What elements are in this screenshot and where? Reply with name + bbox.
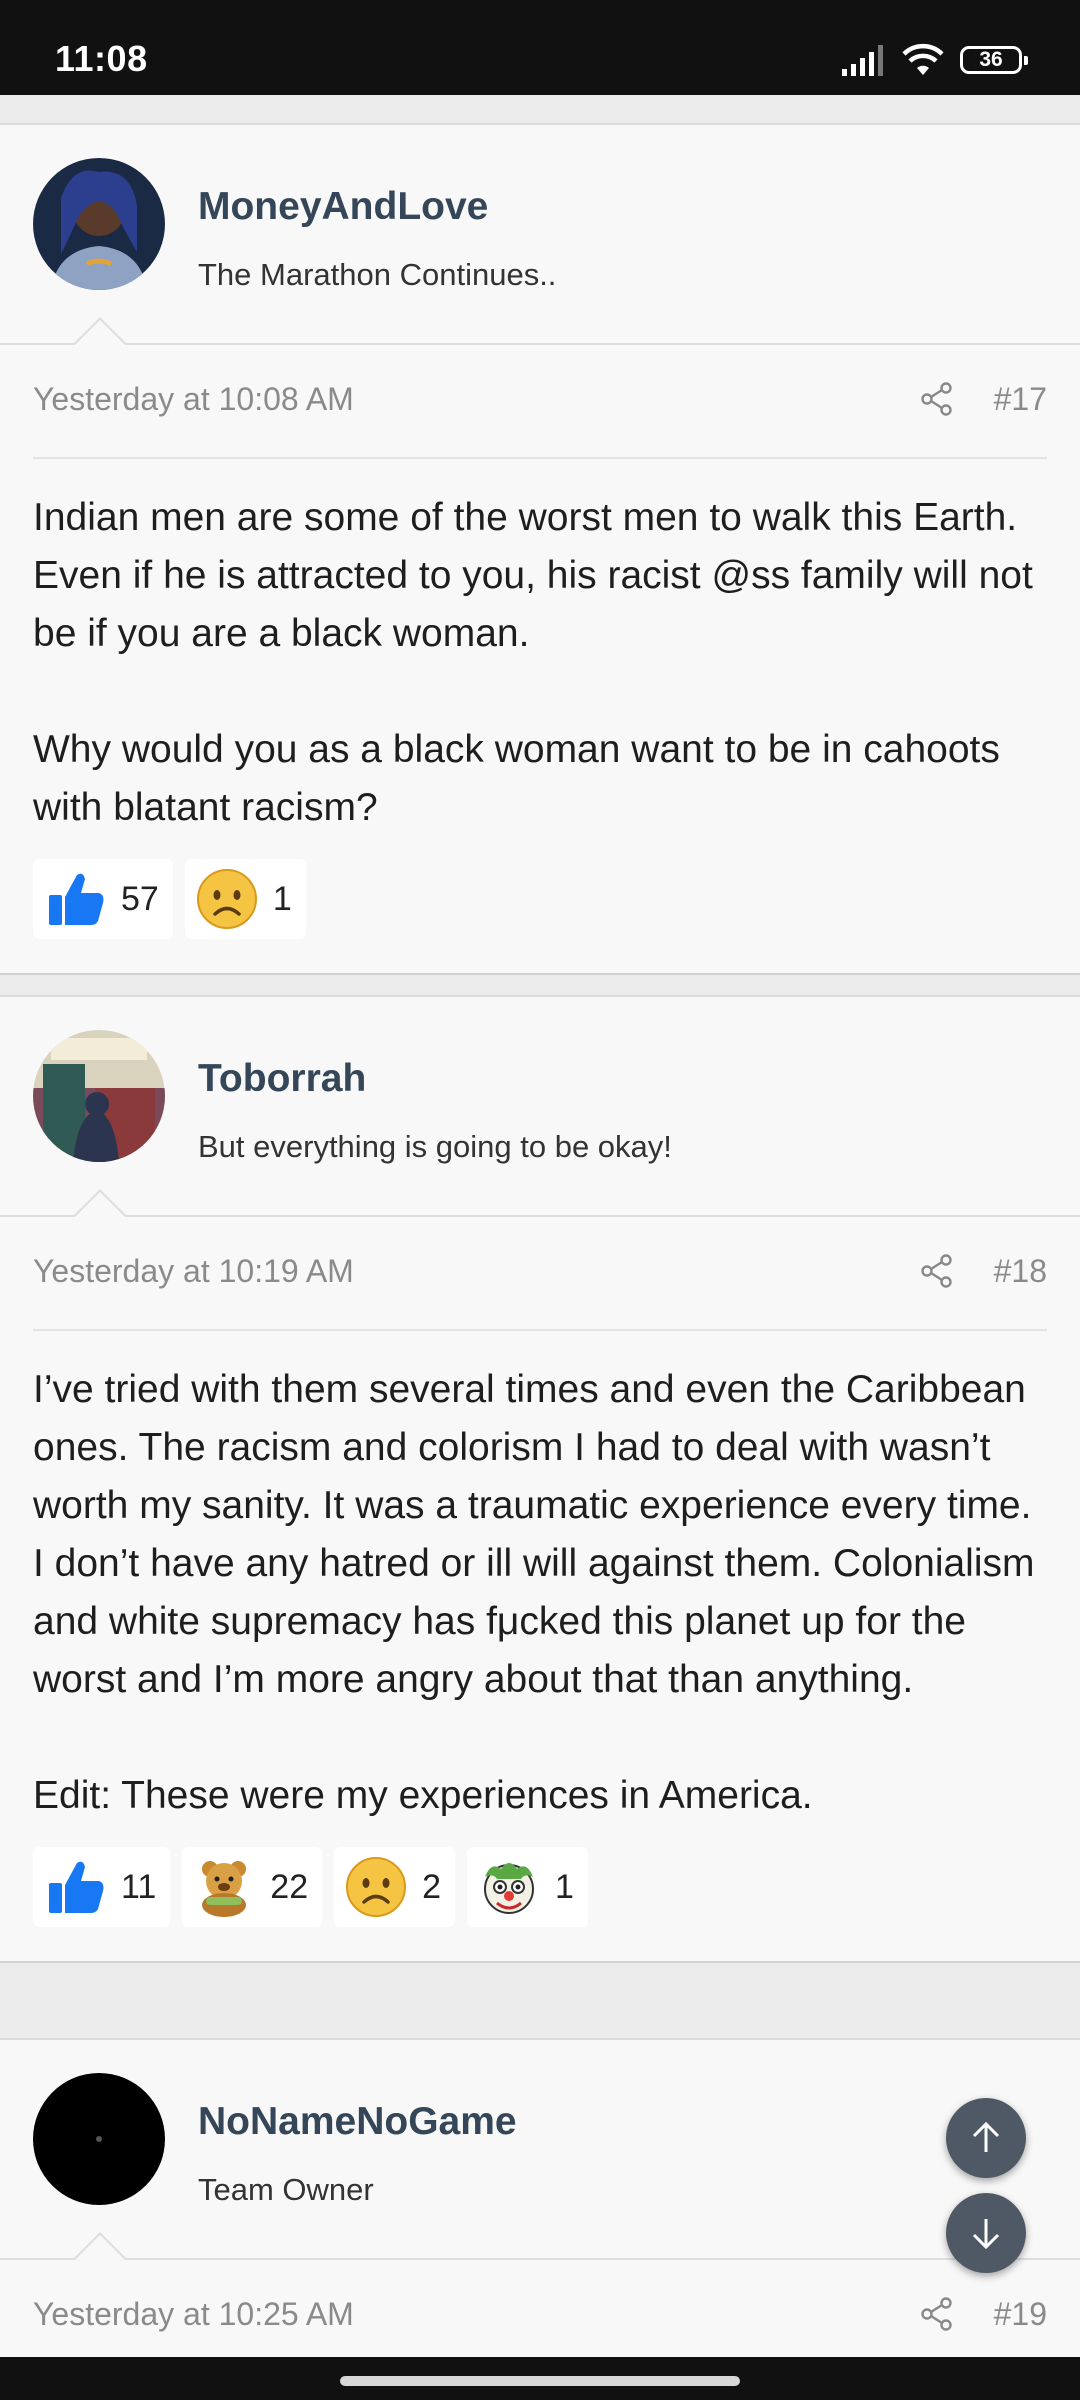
reaction-sad[interactable]: 1: [184, 859, 306, 939]
wifi-icon: [902, 43, 944, 75]
header-caret: [72, 1189, 128, 1218]
scroll-bottom-button[interactable]: [946, 2193, 1026, 2273]
reaction-bar: 11 22 2 1: [0, 1825, 1080, 1961]
post-meta: Yesterday at 10:19 AM #18: [33, 1217, 1047, 1331]
share-icon[interactable]: [919, 381, 955, 417]
post-user-header: MoneyAndLove The Marathon Continues..: [0, 125, 1080, 346]
avatar[interactable]: [33, 2073, 165, 2205]
share-icon[interactable]: [919, 1253, 955, 1289]
username[interactable]: NoNameNoGame: [198, 2100, 517, 2144]
avatar[interactable]: [33, 158, 165, 290]
post-paragraph: Edit: These were my experiences in Ameri…: [33, 1774, 813, 1817]
reaction-sad[interactable]: 2: [334, 1847, 456, 1927]
post-date[interactable]: Yesterday at 10:19 AM: [33, 1253, 354, 1290]
post-user-header: Toborrah But everything is going to be o…: [0, 997, 1080, 1218]
post-meta: Yesterday at 10:25 AM #19: [33, 2260, 1047, 2357]
header-caret: [72, 2232, 128, 2261]
post-19: NoNameNoGame Team Owner Yesterday at 10:…: [0, 2038, 1080, 2357]
post-body: Indian men are some of the worst men to …: [0, 459, 1080, 837]
reaction-count: 22: [270, 1867, 309, 1906]
bear-hug-icon: [202, 1861, 247, 1917]
sad-face-icon: [196, 869, 257, 929]
arrow-down-icon: [972, 2219, 1000, 2250]
home-gesture-handle[interactable]: [340, 2376, 740, 2386]
post-17: MoneyAndLove The Marathon Continues.. Ye…: [0, 123, 1080, 975]
header-caret: [72, 317, 128, 346]
user-title: The Marathon Continues..: [198, 257, 557, 292]
post-number[interactable]: #19: [994, 2296, 1047, 2333]
reaction-count: 2: [422, 1867, 442, 1906]
reaction-count: 57: [121, 879, 159, 918]
system-nav-bar: [0, 2357, 1080, 2400]
thread-content[interactable]: MoneyAndLove The Marathon Continues.. Ye…: [0, 95, 1080, 2357]
signal-icon: [842, 45, 883, 76]
reaction-hug[interactable]: 22: [182, 1847, 323, 1927]
arrow-up-icon: [972, 2121, 1000, 2152]
reaction-like[interactable]: 57: [33, 859, 173, 939]
scroll-top-button[interactable]: [946, 2098, 1026, 2178]
user-title: Team Owner: [198, 2172, 374, 2207]
post-number[interactable]: #18: [994, 1253, 1047, 1290]
post-paragraph: Indian men are some of the worst men to …: [33, 496, 1033, 655]
reaction-like[interactable]: 11: [33, 1847, 171, 1927]
reaction-count: 1: [272, 879, 292, 918]
reaction-bar: 57 1: [0, 837, 1080, 973]
thumbs-up-icon: [49, 1861, 104, 1913]
post-date[interactable]: Yesterday at 10:25 AM: [33, 2296, 354, 2333]
post-paragraph: I’ve tried with them several times and e…: [33, 1368, 1035, 1701]
user-title: But everything is going to be okay!: [198, 1129, 672, 1164]
post-paragraph: Why would you as a black woman want to b…: [33, 728, 1000, 829]
post-user-header: NoNameNoGame Team Owner: [0, 2040, 1080, 2261]
status-bar: 11:08 36: [0, 0, 1080, 95]
avatar[interactable]: [33, 1030, 165, 1162]
status-icons: 36: [840, 40, 1028, 80]
post-date[interactable]: Yesterday at 10:08 AM: [33, 381, 354, 418]
share-icon[interactable]: [919, 2296, 955, 2332]
post-18: Toborrah But everything is going to be o…: [0, 995, 1080, 1963]
reaction-count: 1: [555, 1867, 574, 1906]
thumbs-up-icon: [49, 873, 104, 925]
status-time: 11:08: [55, 38, 148, 79]
clown-face-icon: [484, 1863, 535, 1914]
username[interactable]: Toborrah: [198, 1057, 366, 1101]
reaction-clown[interactable]: 1: [467, 1847, 588, 1927]
post-number[interactable]: #17: [994, 381, 1047, 418]
battery-icon: 36: [960, 46, 1028, 74]
post-meta: Yesterday at 10:08 AM #17: [33, 345, 1047, 459]
post-body: I’ve tried with them several times and e…: [0, 1331, 1080, 1825]
username[interactable]: MoneyAndLove: [198, 185, 488, 229]
reaction-count: 11: [121, 1867, 157, 1906]
sad-face-icon: [346, 1857, 407, 1917]
